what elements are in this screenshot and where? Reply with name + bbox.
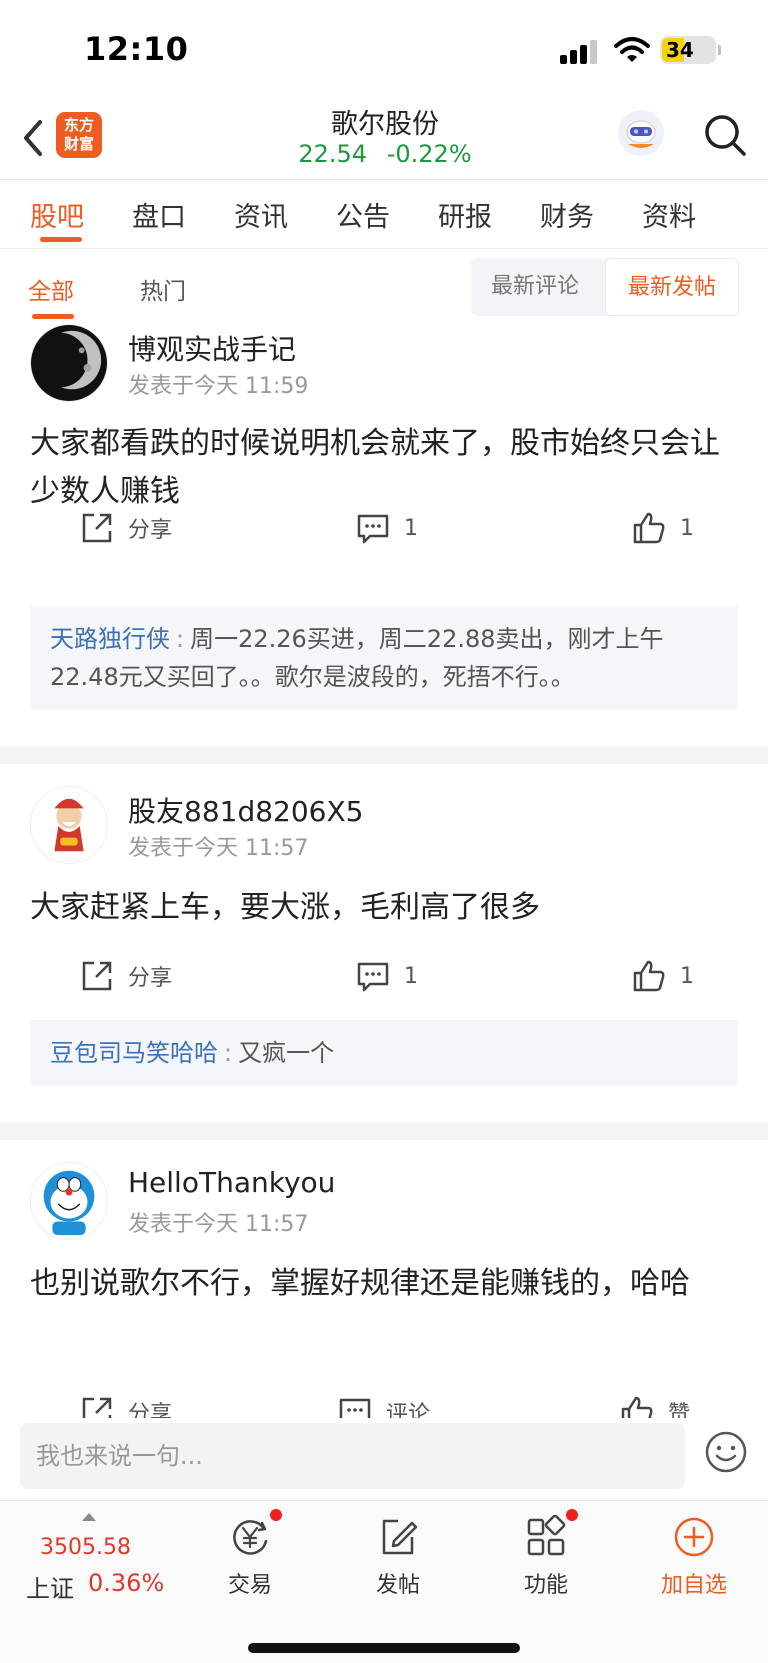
post-divider — [0, 1122, 768, 1140]
active-filter-indicator — [32, 314, 74, 319]
stock-header: 东方 财富 歌尔股份 22.54 -0.22% — [0, 100, 768, 180]
post-time: 发表于今天 11:57 — [128, 1212, 309, 1237]
grid-apps-icon — [527, 1514, 566, 1556]
post-filter-bar: 全部 热门 最新评论 最新发帖 — [0, 250, 768, 322]
home-indicator[interactable] — [248, 1643, 520, 1653]
sort-toggle: 最新评论 最新发帖 — [471, 258, 739, 316]
stock-price: 22.54 — [298, 140, 368, 168]
share-button[interactable]: 分享 — [80, 956, 172, 996]
post-body[interactable]: 也别说歌尔不行，掌握好规律还是能赚钱的，哈哈 — [30, 1260, 742, 1308]
tab-news[interactable]: 资讯 — [234, 195, 288, 234]
expand-up-icon — [82, 1513, 96, 1521]
sort-latest-comment[interactable]: 最新评论 — [471, 258, 599, 316]
logo-text-line1: 东方 — [63, 116, 94, 134]
tab-profile[interactable]: 资料 — [642, 195, 696, 234]
avatar[interactable] — [30, 324, 108, 402]
battery-level: 34 — [666, 38, 694, 62]
share-label: 分享 — [128, 966, 173, 991]
emoji-icon[interactable] — [704, 1430, 748, 1474]
screen: 12:10 34 东方 财富 歌尔股份 22.54 -0.22% 股吧 盘口 资… — [0, 0, 768, 1663]
tab-guba[interactable]: 股吧 — [30, 195, 84, 234]
avatar[interactable] — [30, 1162, 108, 1240]
tab-pankou[interactable]: 盘口 — [132, 195, 186, 234]
reply-text: 又疯一个 — [238, 1039, 335, 1067]
comment-button[interactable]: 1 — [356, 956, 418, 996]
share-icon — [82, 961, 112, 991]
reply-preview[interactable]: 豆包司马笑哈哈: 又疯一个 — [30, 1020, 738, 1086]
nav-add-watchlist[interactable]: 加自选 — [644, 1515, 744, 1599]
wifi-icon — [614, 37, 650, 62]
share-icon — [82, 513, 112, 543]
like-button[interactable]: 1 — [632, 508, 694, 548]
index-name: 上证 — [26, 1575, 74, 1603]
thumbs-up-icon — [633, 512, 665, 544]
nav-post-label: 发帖 — [375, 1573, 420, 1598]
comment-input[interactable]: 我也来说一句... — [20, 1423, 685, 1489]
post-time: 发表于今天 11:59 — [128, 374, 309, 399]
like-button[interactable]: 1 — [632, 956, 694, 996]
index-value: 3505.58 — [40, 1535, 131, 1560]
tab-finance[interactable]: 财务 — [540, 195, 594, 234]
active-tab-indicator — [40, 237, 82, 242]
nav-functions-label: 功能 — [523, 1573, 568, 1598]
filter-hot[interactable]: 热门 — [140, 272, 186, 306]
market-index-widget[interactable]: 3505.58 上证 0.36% — [26, 1511, 176, 1611]
notification-dot — [566, 1509, 578, 1521]
comment-icon — [357, 962, 389, 992]
stock-quote: 22.54 -0.22% — [250, 140, 520, 168]
post-body[interactable]: 大家都看跌的时候说明机会就来了，股市始终只会让少数人赚钱 — [30, 420, 742, 516]
trade-yen-icon — [233, 1520, 268, 1555]
comment-button[interactable]: 1 — [356, 508, 418, 548]
comment-count: 1 — [404, 515, 418, 541]
like-count: 1 — [680, 515, 694, 541]
like-count: 1 — [680, 963, 694, 989]
comment-composer: 我也来说一句... — [0, 1418, 768, 1500]
cellular-signal-icon — [560, 38, 600, 64]
thumbs-up-icon — [633, 960, 665, 992]
main-tabs: 股吧 盘口 资讯 公告 研报 财务 资料 — [0, 181, 768, 249]
add-circle-icon — [674, 1517, 714, 1557]
edit-icon — [382, 1519, 418, 1555]
sort-latest-post[interactable]: 最新发帖 — [605, 258, 739, 316]
filter-all[interactable]: 全部 — [28, 272, 74, 306]
assistant-robot-icon[interactable] — [618, 110, 664, 156]
status-bar: 12:10 34 — [0, 0, 768, 100]
stock-change: -0.22% — [386, 140, 472, 168]
share-button[interactable]: 分享 — [80, 508, 172, 548]
bottom-toolbar: 3505.58 上证 0.36% 交易 发帖 功能 加自选 — [0, 1500, 768, 1663]
post-body[interactable]: 大家赶紧上车，要大涨，毛利高了很多 — [30, 884, 742, 932]
reply-user[interactable]: 天路独行侠 — [50, 625, 170, 653]
comment-icon — [357, 514, 389, 544]
notification-dot — [270, 1509, 282, 1521]
tab-announcements[interactable]: 公告 — [336, 195, 390, 234]
nav-post[interactable]: 发帖 — [348, 1515, 448, 1599]
post-author[interactable]: 博观实战手记 — [128, 328, 296, 368]
avatar[interactable] — [30, 786, 108, 864]
battery-icon: 34 — [660, 36, 721, 64]
post-author[interactable]: HelloThankyou — [128, 1166, 335, 1199]
comment-count: 1 — [404, 963, 418, 989]
post-divider — [0, 746, 768, 764]
back-icon[interactable] — [14, 112, 54, 162]
nav-add-watchlist-label: 加自选 — [660, 1573, 727, 1598]
stock-name: 歌尔股份 — [331, 109, 439, 140]
nav-trade-label: 交易 — [227, 1573, 272, 1598]
post-author[interactable]: 股友881d8206X5 — [128, 790, 363, 830]
nav-functions[interactable]: 功能 — [496, 1509, 596, 1599]
share-label: 分享 — [128, 518, 173, 543]
logo-text-line2: 财富 — [63, 135, 94, 153]
tab-research[interactable]: 研报 — [438, 195, 492, 234]
reply-preview[interactable]: 天路独行侠: 周一22.26买进，周二22.88卖出，刚才上午22.48元又买回了… — [30, 606, 738, 710]
status-time: 12:10 — [84, 30, 189, 68]
search-icon[interactable] — [700, 110, 750, 160]
index-change: 0.36% — [88, 1569, 165, 1597]
reply-user[interactable]: 豆包司马笑哈哈 — [50, 1039, 218, 1067]
post-time: 发表于今天 11:57 — [128, 836, 309, 861]
nav-trade[interactable]: 交易 — [200, 1509, 300, 1599]
app-logo[interactable]: 东方 财富 — [56, 112, 102, 158]
